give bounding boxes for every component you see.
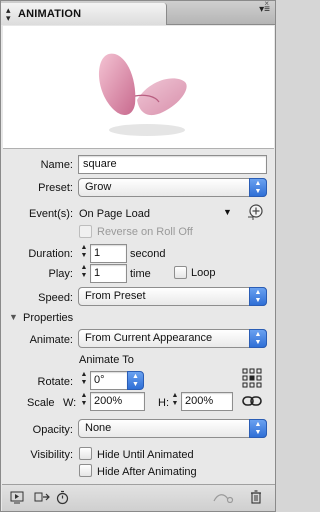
- add-event-icon[interactable]: [246, 203, 264, 221]
- hide-after-label: Hide After Animating: [97, 466, 197, 478]
- link-chain-icon[interactable]: [242, 395, 262, 407]
- motion-path-icon[interactable]: [212, 491, 234, 503]
- hide-until-label: Hide Until Animated: [97, 449, 194, 461]
- scale-w-label: W:: [63, 397, 77, 409]
- scale-h-label: H:: [158, 397, 169, 409]
- events-value: On Page Load: [79, 208, 150, 220]
- play-label: Play:: [48, 268, 73, 280]
- panel-menu-icon[interactable]: ▾≡: [259, 4, 270, 15]
- timing-icon[interactable]: [34, 491, 50, 504]
- loop-label: Loop: [191, 267, 216, 279]
- disclosure-triangle-icon[interactable]: ▼: [9, 312, 18, 322]
- reverse-rolloff-checkbox[interactable]: [79, 225, 92, 238]
- preset-select[interactable]: Grow ▲ ▼: [78, 178, 267, 197]
- rotate-field[interactable]: 0°: [90, 371, 128, 390]
- chevron-updown-icon: ▲ ▼: [249, 287, 267, 306]
- hide-until-checkbox[interactable]: [79, 447, 92, 460]
- animate-label: Animate:: [29, 334, 73, 346]
- panel-tab-bar: ▴ ▾ ANIMATION × ▾≡: [1, 0, 275, 25]
- duration-stepper-icon[interactable]: ▲ ▼: [79, 244, 89, 263]
- hide-after-checkbox[interactable]: [79, 464, 92, 477]
- preview-play-icon[interactable]: [10, 491, 24, 504]
- chevron-updown-icon: ▲ ▼: [249, 178, 267, 197]
- animate-select[interactable]: From Current Appearance ▲ ▼: [78, 329, 267, 348]
- play-stepper-icon[interactable]: ▲ ▼: [79, 264, 89, 283]
- opacity-select[interactable]: None ▲ ▼: [78, 419, 267, 438]
- events-label: Event(s):: [28, 208, 73, 220]
- rotate-label: Rotate:: [37, 376, 73, 388]
- duration-field[interactable]: 1: [90, 244, 127, 263]
- rotate-dropdown-icon[interactable]: ▲ ▼: [127, 371, 144, 390]
- opacity-value: None: [85, 422, 112, 434]
- duration-unit: second: [130, 248, 166, 260]
- visibility-label: Visibility:: [30, 449, 73, 461]
- trash-icon[interactable]: [250, 490, 262, 504]
- events-dropdown-icon[interactable]: ▼: [223, 207, 232, 217]
- reverse-rolloff-label: Reverse on Roll Off: [97, 226, 193, 238]
- duration-label: Duration:: [28, 248, 73, 260]
- play-unit: time: [130, 268, 151, 280]
- scale-w-stepper-icon[interactable]: ▲ ▼: [79, 392, 89, 411]
- chevron-updown-icon: ▲ ▼: [249, 419, 267, 438]
- chevron-updown-icon: ▲ ▼: [249, 329, 267, 348]
- loop-checkbox[interactable]: [174, 266, 187, 279]
- panel-footer: [2, 484, 275, 511]
- reference-point-icon[interactable]: [242, 368, 262, 388]
- opacity-label: Opacity:: [32, 424, 73, 436]
- scale-label: Scale: [27, 397, 55, 409]
- speed-label: Speed:: [38, 292, 73, 304]
- animation-panel: ▴ ▾ ANIMATION × ▾≡ Name: square Preset: …: [0, 0, 276, 512]
- animation-preview: [3, 26, 274, 149]
- name-field[interactable]: square: [78, 155, 267, 174]
- panel-title: ANIMATION: [18, 8, 82, 20]
- preset-label: Preset:: [38, 182, 73, 194]
- stopwatch-icon[interactable]: [56, 490, 69, 505]
- scale-h-field[interactable]: 200%: [181, 392, 233, 411]
- animate-to-label: Animate To: [79, 354, 134, 366]
- speed-select[interactable]: From Preset ▲ ▼: [78, 287, 267, 306]
- play-field[interactable]: 1: [90, 264, 127, 283]
- rotate-stepper-icon[interactable]: ▲ ▼: [79, 371, 89, 390]
- speed-value: From Preset: [85, 290, 146, 302]
- properties-section-label: Properties: [23, 312, 74, 324]
- name-label: Name:: [40, 159, 73, 171]
- scale-w-field[interactable]: 200%: [90, 392, 145, 411]
- preset-value: Grow: [85, 181, 112, 193]
- collapse-arrows-icon[interactable]: ▴ ▾: [6, 6, 11, 23]
- tab-animation[interactable]: ▴ ▾ ANIMATION: [1, 3, 167, 25]
- animate-value: From Current Appearance: [85, 332, 213, 344]
- scale-h-stepper-icon[interactable]: ▲ ▼: [170, 392, 180, 411]
- butterfly-preview-image: [98, 53, 187, 136]
